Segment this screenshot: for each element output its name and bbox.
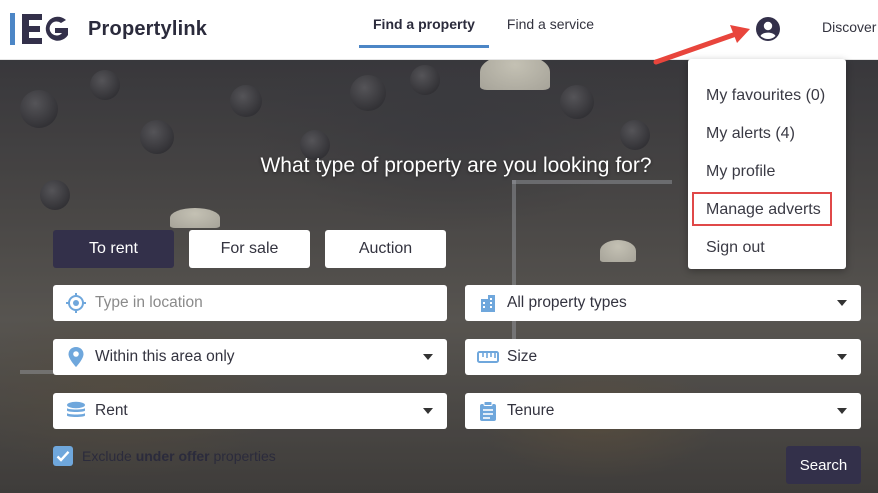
chevron-down-icon: [423, 408, 433, 414]
nav-tab-find-service[interactable]: Find a service: [493, 0, 608, 48]
location-input[interactable]: Type in location: [53, 285, 447, 321]
chevron-down-icon: [837, 300, 847, 306]
exclude-bold: under offer: [135, 448, 210, 464]
target-icon: [65, 293, 87, 313]
area-value: Within this area only: [95, 348, 235, 365]
price-select[interactable]: Rent: [53, 393, 447, 429]
chevron-down-icon: [837, 408, 847, 414]
tenure-value: Tenure: [507, 402, 555, 419]
size-select[interactable]: Size: [465, 339, 861, 375]
manage-adverts-highlight-box: [692, 192, 832, 226]
menu-item-alerts[interactable]: My alerts (4): [706, 125, 795, 143]
exclude-suffix: properties: [209, 448, 276, 464]
map-pin-icon: [65, 347, 87, 367]
chevron-down-icon: [423, 354, 433, 360]
chevron-down-icon: [837, 354, 847, 360]
area-select[interactable]: Within this area only: [53, 339, 447, 375]
clipboard-icon: [477, 401, 499, 421]
annotation-arrow-icon: [653, 25, 750, 65]
account-dropdown-menu: My favourites (0) My alerts (4) My profi…: [688, 59, 846, 269]
tab-to-rent[interactable]: To rent: [53, 230, 174, 268]
menu-item-profile[interactable]: My profile: [706, 163, 775, 181]
tab-auction[interactable]: Auction: [325, 230, 446, 268]
property-type-value: All property types: [507, 294, 627, 311]
tab-for-sale[interactable]: For sale: [189, 230, 310, 268]
logo-mark-icon: [10, 11, 76, 47]
check-icon: [56, 450, 70, 462]
menu-item-sign-out[interactable]: Sign out: [706, 239, 765, 257]
price-value: Rent: [95, 402, 128, 419]
menu-item-favourites[interactable]: My favourites (0): [706, 87, 825, 105]
location-placeholder: Type in location: [95, 294, 203, 311]
site-logo[interactable]: Propertylink: [10, 11, 207, 47]
tenure-select[interactable]: Tenure: [465, 393, 861, 429]
size-value: Size: [507, 348, 538, 365]
main-nav: Find a property Find a service: [359, 0, 608, 48]
exclude-prefix: Exclude: [82, 448, 136, 464]
nav-tab-find-property[interactable]: Find a property: [359, 0, 489, 48]
logo-text: Propertylink: [88, 17, 208, 40]
exclude-under-offer-checkbox[interactable]: [53, 446, 73, 466]
property-type-select[interactable]: All property types: [465, 285, 861, 321]
coins-icon: [65, 401, 87, 421]
building-icon: [477, 293, 499, 313]
exclude-under-offer-label[interactable]: Exclude under offer properties: [82, 448, 276, 464]
nav-discover[interactable]: Discover: [822, 19, 876, 35]
ruler-icon: [477, 347, 499, 367]
search-button[interactable]: Search: [786, 446, 861, 484]
